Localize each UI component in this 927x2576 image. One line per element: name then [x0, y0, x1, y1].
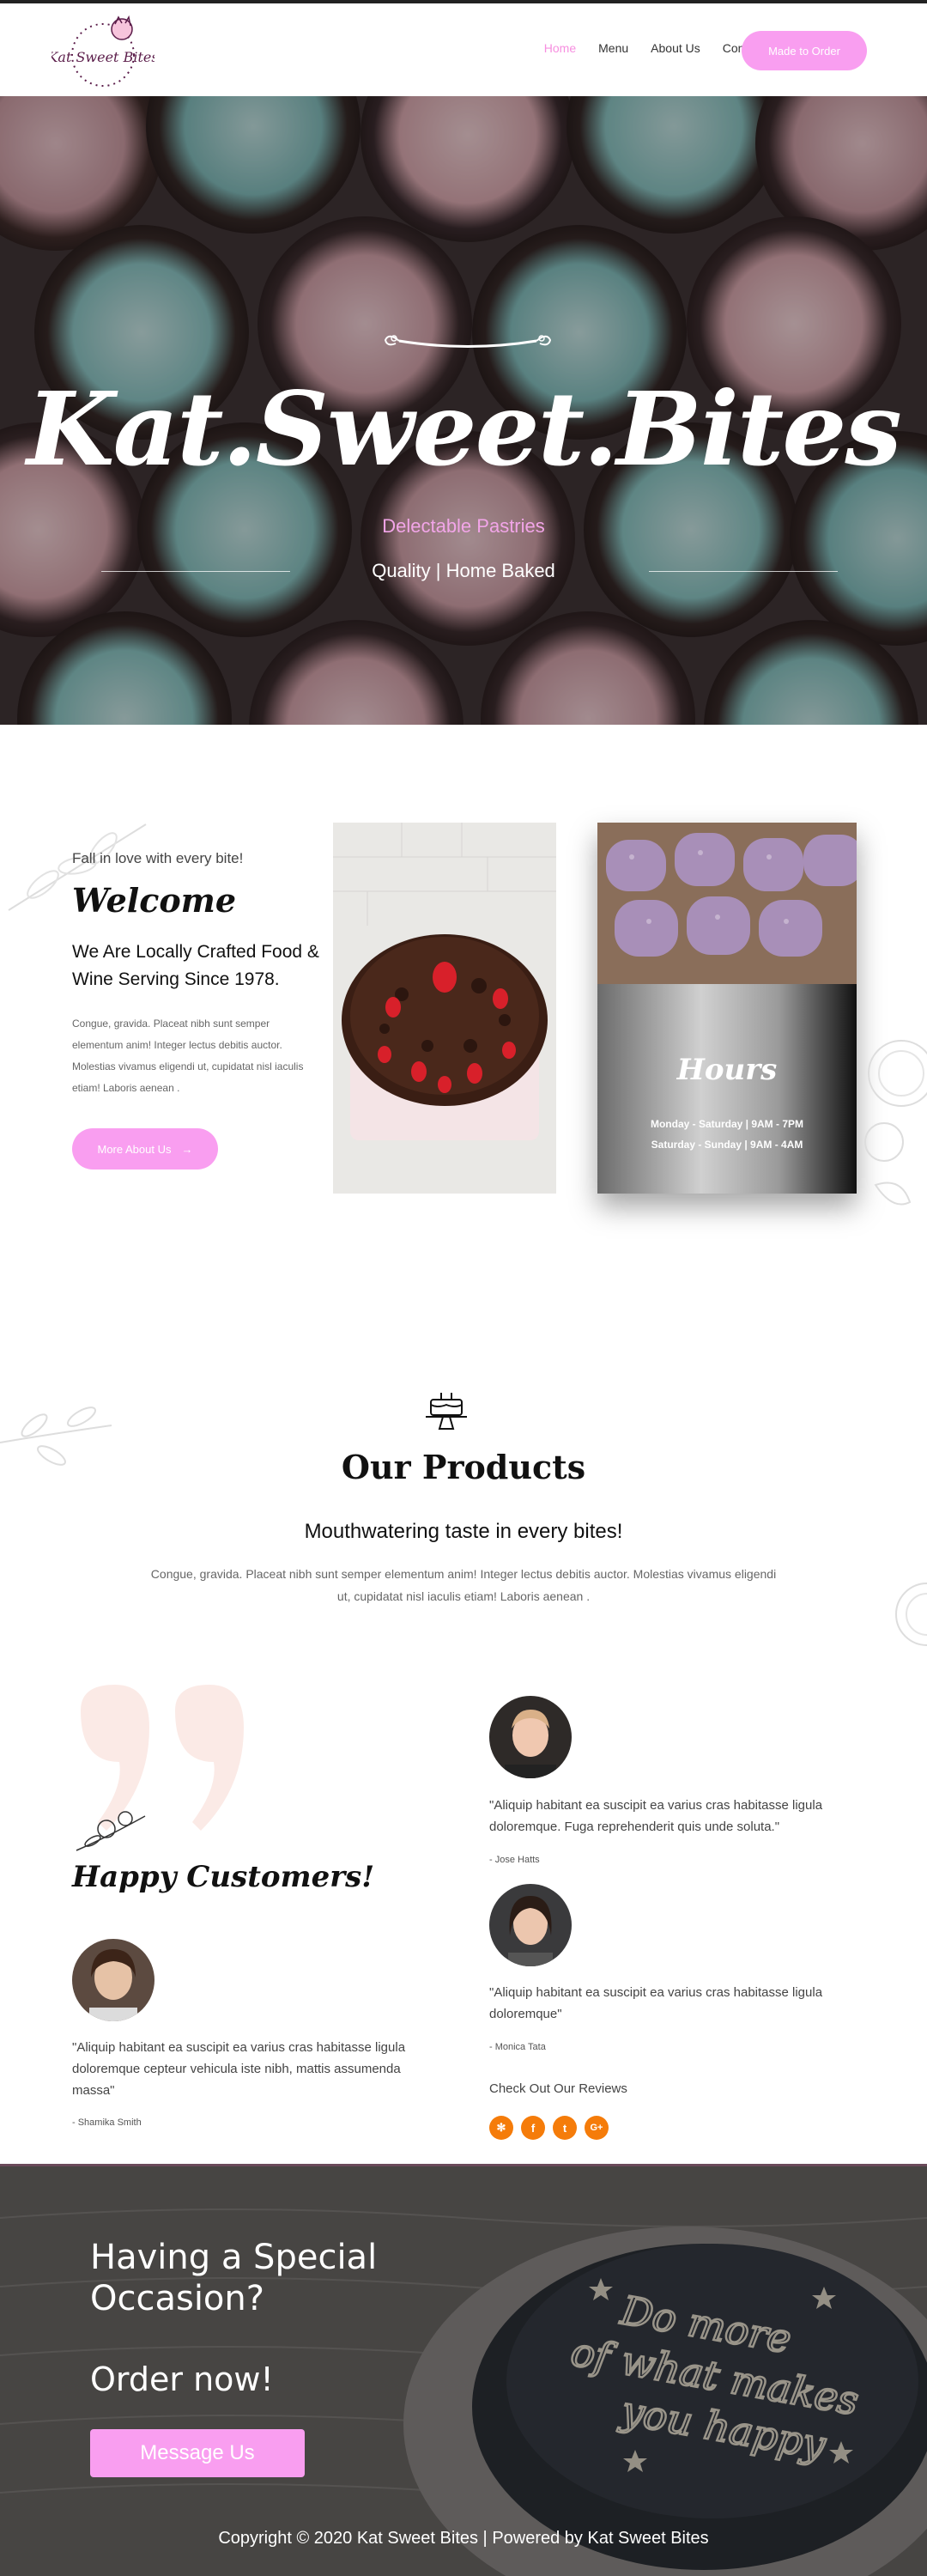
hero-title: Kat.Sweet.Bites — [27, 369, 902, 489]
copyright-text: Copyright © 2020 Kat Sweet Bites | Power… — [218, 2529, 709, 2548]
avatar — [489, 1696, 572, 1778]
message-us-button[interactable]: Message Us — [90, 2429, 305, 2477]
order-now-heading: Order now! — [90, 2360, 274, 2398]
logo-text: Kat Sweet Bites — [52, 49, 154, 65]
welcome-title: Welcome — [72, 881, 237, 920]
testimonial-author: - Monica Tata — [489, 2042, 546, 2052]
products-subtitle: Mouthwatering taste in every bites! — [304, 1520, 623, 1543]
special-occasion-heading: Having a Special Occasion? — [90, 2238, 378, 2318]
more-about-us-label: More About Us — [97, 1142, 172, 1156]
flower-sketch-icon — [76, 1811, 146, 1851]
pastry-photo — [597, 823, 857, 984]
reviews-label: Check Out Our Reviews — [489, 2081, 627, 2096]
hours-weekday: Monday - Saturday | 9AM - 7PM — [650, 1118, 804, 1130]
avatar — [72, 1939, 154, 2021]
footer-section: Do more of what makes you happy Having a… — [0, 2164, 927, 2576]
hero-subtitle: Delectable Pastries — [382, 515, 545, 537]
nav-menu[interactable]: Menu — [598, 41, 628, 55]
logo[interactable]: Kat Sweet Bites — [52, 10, 154, 93]
testimonial-author: - Shamika Smith — [72, 2117, 142, 2128]
products-text: Congue, gravida. Placeat nibh sunt sempe… — [150, 1567, 777, 1603]
welcome-text: Congue, gravida. Placeat nibh sunt sempe… — [72, 1018, 304, 1094]
hours-body: Hours Monday - Saturday | 9AM - 7PM Satu… — [597, 984, 857, 1194]
hours-card: Hours Monday - Saturday | 9AM - 7PM Satu… — [597, 823, 857, 1194]
testimonial-quote: "Aliquip habitant ea suscipit ea varius … — [489, 1798, 823, 1834]
citrus-decoration-icon — [864, 1040, 927, 1206]
avatar — [489, 1884, 572, 1966]
more-about-us-button[interactable]: More About Us → — [72, 1128, 218, 1170]
cake-photo — [333, 823, 556, 1194]
google-plus-icon[interactable]: G+ — [585, 2116, 609, 2140]
ornament-divider-icon — [384, 335, 552, 348]
made-to-order-button[interactable]: Made to Order — [742, 31, 867, 70]
nav-about[interactable]: About Us — [651, 41, 700, 55]
yelp-icon[interactable]: ✻ — [489, 2116, 513, 2140]
twitter-icon[interactable]: t — [553, 2116, 577, 2140]
welcome-intro: Fall in love with every bite! — [72, 850, 244, 866]
testimonials-title: Happy Customers! — [72, 1860, 375, 1894]
facebook-icon[interactable]: f — [521, 2116, 545, 2140]
hero-divider-right — [649, 571, 838, 572]
products-title: Our Products — [341, 1448, 586, 1486]
testimonial-author: - Jose Hatts — [489, 1855, 540, 1865]
hero-section: Kat.Sweet.Bites Delectable Pastries Qual… — [0, 96, 927, 725]
citrus-slice-icon — [895, 1583, 927, 1646]
testimonial-quote: "Aliquip habitant ea suscipit ea varius … — [489, 1985, 823, 2021]
testimonial-quote: "Aliquip habitant ea suscipit ea varius … — [72, 2040, 406, 2098]
nav-home[interactable]: Home — [544, 41, 576, 55]
main-nav: Home Menu About Us Contact — [544, 41, 764, 55]
hours-weekend: Saturday - Sunday | 9AM - 4AM — [651, 1139, 803, 1151]
site-header: Kat Sweet Bites Home Menu About Us Conta… — [0, 0, 927, 96]
welcome-heading: We Are Locally Crafted Food & Wine Servi… — [72, 942, 319, 989]
cake-stand-icon — [426, 1393, 467, 1430]
hours-title: Hours — [676, 1053, 778, 1087]
arrow-right-icon: → — [181, 1142, 193, 1156]
